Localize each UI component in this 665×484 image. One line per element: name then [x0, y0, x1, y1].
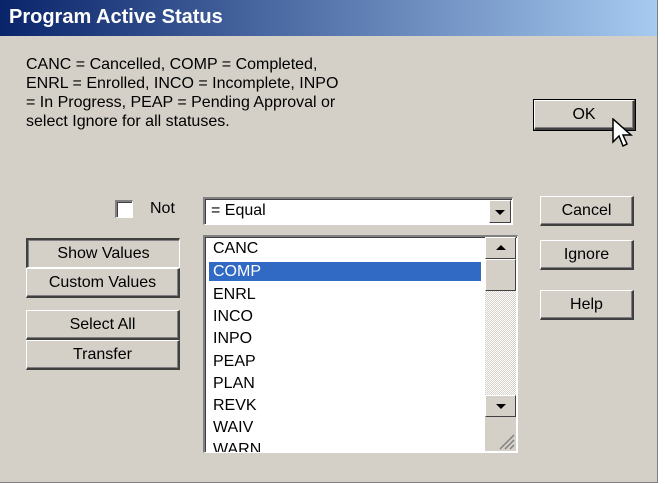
operator-selected: = Equal	[211, 202, 266, 219]
list-item[interactable]: ENRL	[209, 285, 481, 304]
title-bar[interactable]: Program Active Status	[0, 0, 657, 36]
not-checkbox[interactable]	[115, 200, 133, 218]
list-item[interactable]: PLAN	[209, 374, 481, 393]
scroll-up-button[interactable]	[485, 237, 516, 259]
ignore-button[interactable]: Ignore	[540, 240, 634, 270]
show-values-button[interactable]: Show Values	[26, 238, 180, 268]
help-button[interactable]: Help	[540, 290, 634, 320]
select-all-label: Select All	[69, 315, 136, 333]
list-item[interactable]: CANC	[209, 239, 481, 258]
operator-combobox[interactable]: = Equal	[203, 197, 513, 225]
cancel-button[interactable]: Cancel	[540, 196, 634, 226]
list-item-label: INCO	[213, 308, 253, 325]
list-item-label: INPO	[213, 330, 253, 347]
list-item[interactable]: WARN	[209, 440, 481, 453]
scroll-down-button[interactable]	[485, 395, 516, 417]
list-item-label: ENRL	[213, 286, 256, 303]
ok-label: OK	[572, 105, 596, 123]
not-label: Not	[150, 200, 175, 217]
program-active-status-dialog: Program Active Status CANC = Cancelled, …	[0, 0, 658, 483]
scroll-thumb[interactable]	[485, 259, 516, 291]
list-item[interactable]: WAIV	[209, 418, 481, 437]
list-item-label: CANC	[213, 240, 259, 257]
help-label: Help	[570, 295, 603, 313]
values-listbox[interactable]: CANC COMP ENRL INCO INPO PEAP PLAN REVK …	[203, 235, 518, 453]
cancel-label: Cancel	[561, 201, 612, 219]
dialog-title: Program Active Status	[9, 6, 223, 28]
mouse-cursor-icon	[612, 118, 633, 148]
list-item-label: WARN	[213, 441, 262, 453]
list-item-label: WAIV	[213, 419, 254, 436]
transfer-button[interactable]: Transfer	[26, 340, 180, 370]
list-item-label: REVK	[213, 397, 257, 414]
list-item-label: PEAP	[213, 353, 256, 370]
operator-dropdown-button[interactable]	[489, 200, 511, 223]
size-grip[interactable]	[485, 417, 516, 451]
chevron-down-icon	[495, 209, 505, 215]
chevron-down-icon	[495, 404, 506, 409]
show-values-label: Show Values	[57, 244, 150, 262]
custom-values-button[interactable]: Custom Values	[26, 268, 180, 298]
chevron-up-icon	[495, 245, 506, 250]
list-item-label: PLAN	[213, 375, 255, 392]
resize-grip-icon	[499, 434, 515, 450]
list-item[interactable]: PEAP	[209, 352, 481, 371]
list-item[interactable]: REVK	[209, 396, 481, 415]
list-item-label: COMP	[213, 263, 261, 280]
custom-values-label: Custom Values	[48, 273, 157, 291]
status-description: CANC = Cancelled, COMP = Completed, ENRL…	[26, 56, 339, 130]
ignore-label: Ignore	[563, 245, 610, 263]
list-item[interactable]: COMP	[209, 262, 481, 281]
select-all-button[interactable]: Select All	[26, 310, 180, 340]
transfer-label: Transfer	[73, 345, 132, 363]
list-item[interactable]: INPO	[209, 329, 481, 348]
list-item[interactable]: INCO	[209, 307, 481, 326]
